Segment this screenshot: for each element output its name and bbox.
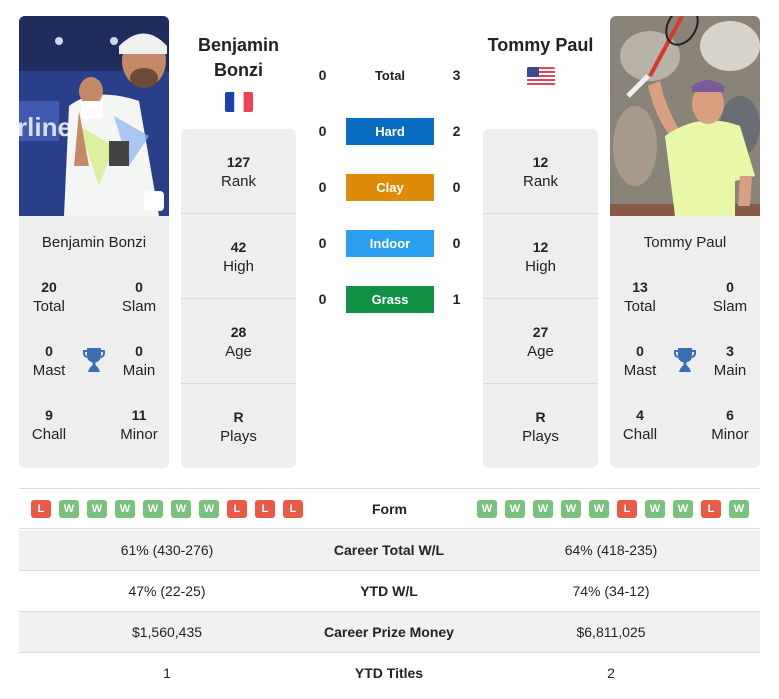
stat-row-ytd-titles: 1 YTD Titles 2 [163, 665, 615, 681]
player2-plays: R Plays [522, 409, 559, 445]
player1-heading[interactable]: Benjamin Bonzi [181, 33, 296, 83]
h2h-label-total: Total [374, 68, 406, 83]
player1-form-badge-loss[interactable]: L [227, 500, 247, 518]
surface-badge-clay[interactable]: Clay [346, 174, 434, 201]
player2-form-badge-loss[interactable]: L [617, 500, 637, 518]
player1-high: 42 High [181, 214, 296, 299]
player2-form-badge-win[interactable]: W [505, 500, 525, 518]
player1-age: 28 Age [181, 299, 296, 384]
player2-titles-card: Tommy Paul 13 Total 0 Slam 0 Mast 3 Main 4 Ch… [610, 216, 760, 468]
player2-main-titles: 3 Main [713, 343, 747, 379]
player2-form-badge-win[interactable]: W [673, 500, 693, 518]
player1-form-badge-loss[interactable]: L [31, 500, 51, 518]
trophy-icon [673, 347, 697, 373]
trophy-icon [82, 347, 106, 373]
stat-row-career-total: 61% (430-276) Career Total W/L 64% (418-… [19, 530, 760, 571]
usa-flag-icon [527, 67, 555, 87]
h2h-row-clay: 0 Clay 0 [310, 174, 470, 201]
player1-plays: R Plays [220, 409, 257, 445]
player2-form-badge-win[interactable]: W [589, 500, 609, 518]
player2-form-badge-loss[interactable]: L [701, 500, 721, 518]
player2-form-badge-win[interactable]: W [561, 500, 581, 518]
player2-form-badge-win[interactable]: W [477, 500, 497, 518]
player1-challenger-titles: 9 Chall [31, 407, 67, 443]
player2-challenger-titles: 4 Chall [622, 407, 658, 443]
svg-text:rline: rline [19, 112, 72, 142]
h2h-row-total: 0 Total 3 [310, 62, 470, 89]
player2-form-badge-win[interactable]: W [729, 500, 749, 518]
player2-info-card: 12 Rank 12 High 27 Age R Plays [483, 129, 598, 468]
player1-titles-card: Benjamin Bonzi 20 Total 0 Slam 0 Mast 0 Main… [19, 216, 169, 468]
player2-rank: 12 Rank [483, 129, 598, 214]
player1-total-titles: 20 Total [33, 279, 65, 315]
player1-form: LWWWWWWLLL [31, 500, 303, 518]
player1-form-badge-win[interactable]: W [115, 500, 135, 518]
player2-minor-titles: 6 Minor [711, 407, 749, 443]
player1-form-badge-loss[interactable]: L [283, 500, 303, 518]
player1-slam-titles: 0 Slam [121, 279, 157, 315]
player1-form-badge-win[interactable]: W [59, 500, 79, 518]
player1-form-badge-loss[interactable]: L [255, 500, 275, 518]
player1-name: Benjamin Bonzi [41, 234, 147, 251]
surface-badge-hard[interactable]: Hard [346, 118, 434, 145]
form-label: Form [372, 501, 407, 517]
player2-form-badge-win[interactable]: W [533, 500, 553, 518]
player1-rank: 127 Rank [181, 129, 296, 214]
stat-row-ytd-wl: 47% (22-25) YTD W/L 74% (34-12) [19, 571, 760, 612]
player2-total-titles: 13 Total [624, 279, 656, 315]
surface-badge-grass[interactable]: Grass [346, 286, 434, 313]
france-flag-icon [225, 92, 253, 112]
player2-form-badge-win[interactable]: W [645, 500, 665, 518]
player2-photo [610, 16, 760, 216]
player1-photo: rline [19, 16, 169, 216]
surface-badge-indoor[interactable]: Indoor [346, 230, 434, 257]
player1-form-badge-win[interactable]: W [87, 500, 107, 518]
h2h-row-grass: 0 Grass 1 [310, 286, 470, 313]
player2-high: 12 High [483, 214, 598, 299]
h2h-row-indoor: 0 Indoor 0 [310, 230, 470, 257]
player2-name: Tommy Paul [643, 234, 727, 251]
player1-form-badge-win[interactable]: W [199, 500, 219, 518]
player1-minor-titles: 11 Minor [120, 407, 158, 443]
player2-age: 27 Age [483, 299, 598, 384]
player2-form: WWWWWLWWLW [477, 500, 749, 518]
player1-main-titles: 0 Main [122, 343, 156, 379]
player1-form-badge-win[interactable]: W [171, 500, 191, 518]
player2-heading[interactable]: Tommy Paul [483, 33, 598, 58]
player1-info-card: 127 Rank 42 High 28 Age R Plays [181, 129, 296, 468]
player1-form-badge-win[interactable]: W [143, 500, 163, 518]
player1-masters-titles: 0 Mast [32, 343, 66, 379]
player2-masters-titles: 0 Mast [623, 343, 657, 379]
player2-slam-titles: 0 Slam [712, 279, 748, 315]
stat-row-prize-money: $1,560,435 Career Prize Money $6,811,025 [19, 612, 760, 653]
h2h-row-hard: 0 Hard 2 [310, 118, 470, 145]
form-row: LWWWWWWLLL Form WWWWWLWWLW [19, 489, 760, 529]
